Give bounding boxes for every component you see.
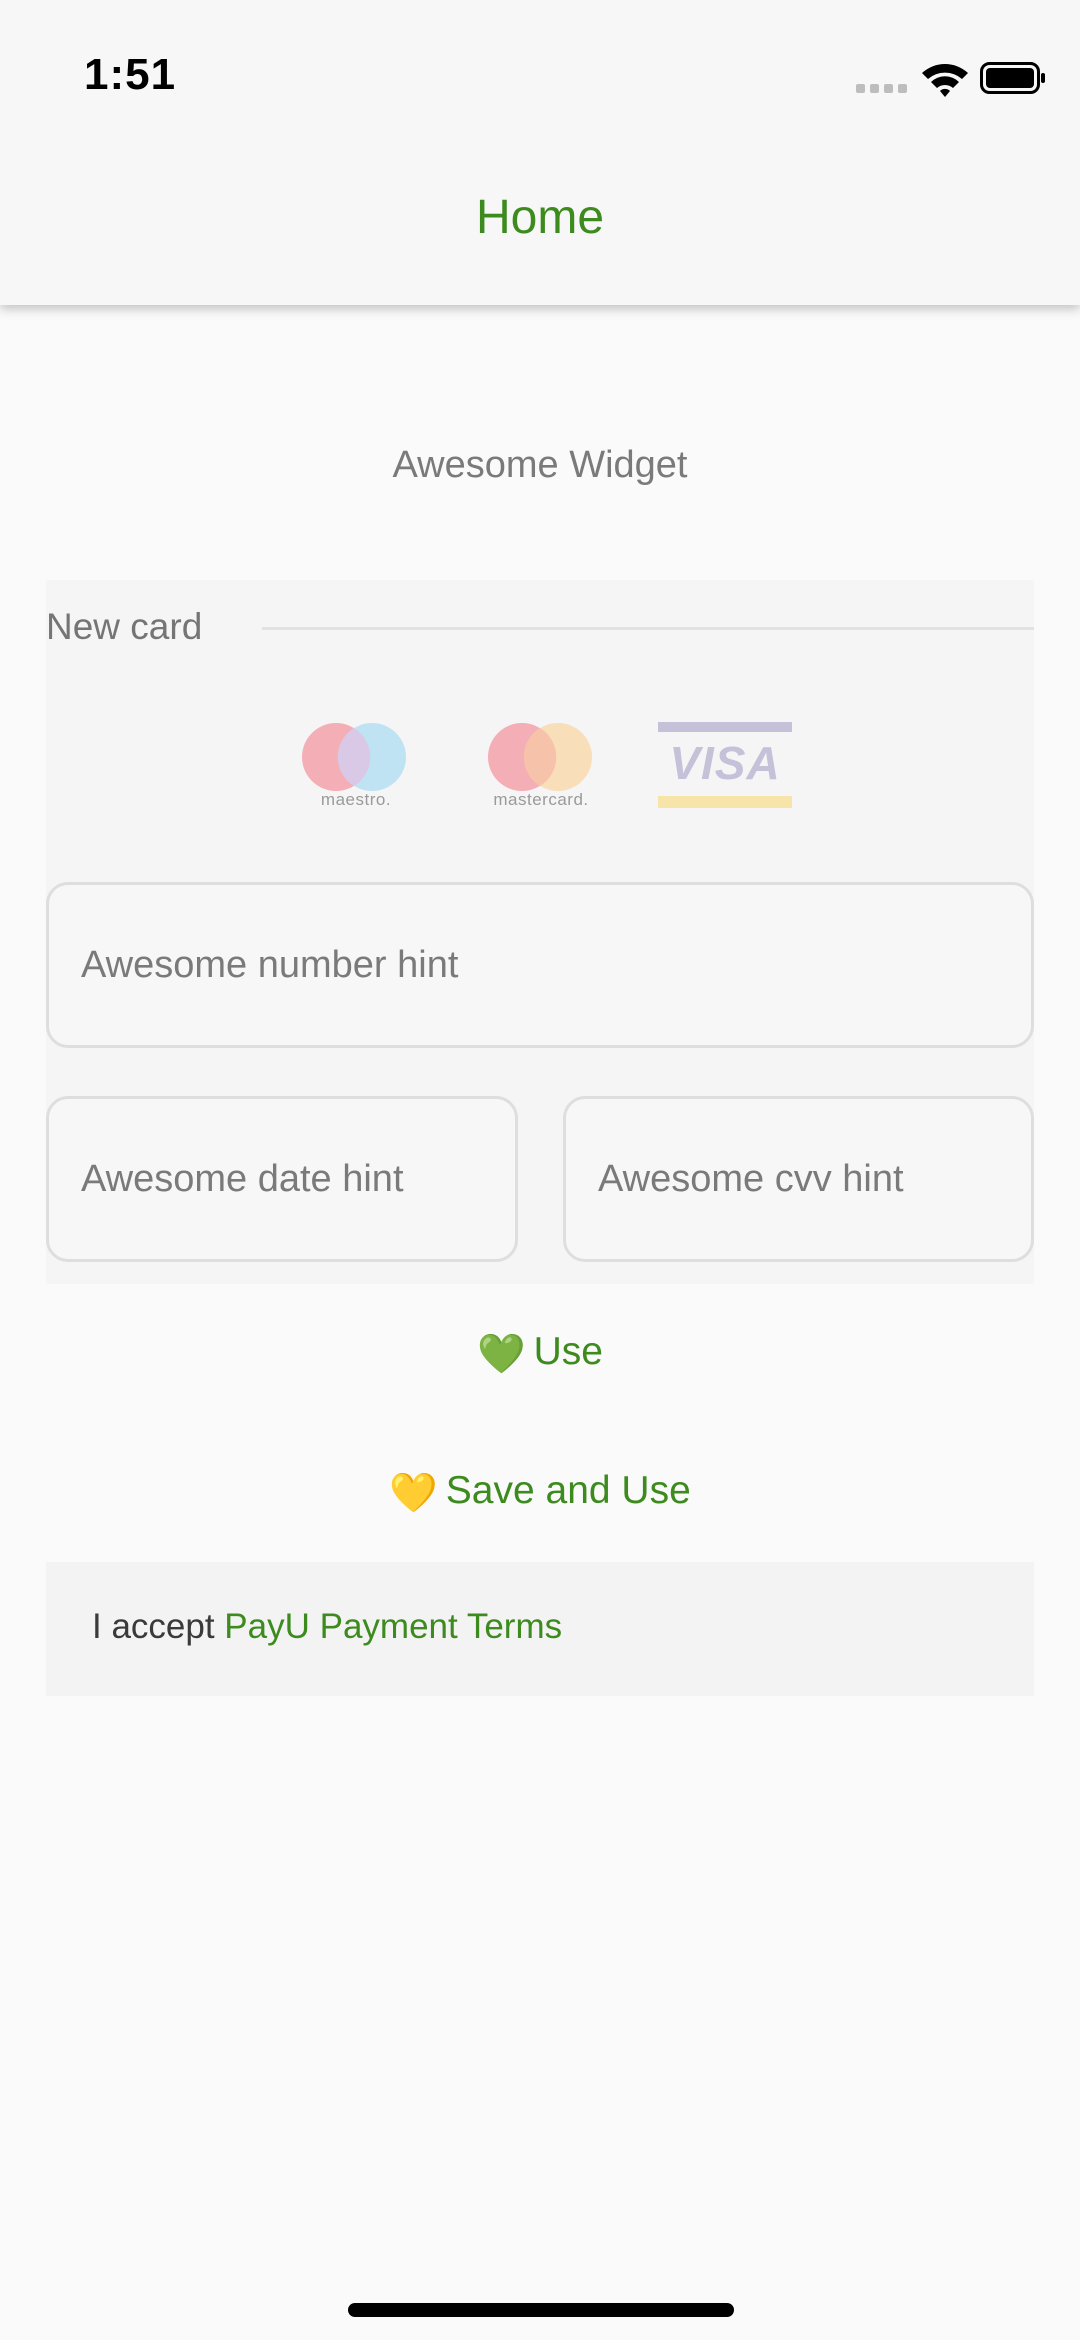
battery-icon xyxy=(980,62,1045,94)
expiry-date-input[interactable] xyxy=(81,1099,483,1259)
yellow-heart-icon: 💛 xyxy=(389,1471,438,1515)
use-button[interactable]: 💚 Use xyxy=(0,1330,1080,1377)
card-number-input[interactable] xyxy=(81,885,999,1045)
cvv-field[interactable] xyxy=(563,1096,1034,1262)
mastercard-logo-icon: mastercard. xyxy=(482,722,600,814)
maestro-logo-icon: maestro. xyxy=(298,722,414,814)
terms-prefix: I accept xyxy=(92,1607,225,1646)
card-number-field[interactable] xyxy=(46,882,1034,1048)
section-divider xyxy=(262,627,1034,630)
use-button-label: Use xyxy=(533,1330,603,1373)
wifi-icon xyxy=(922,64,968,97)
cvv-input[interactable] xyxy=(598,1099,999,1259)
visa-wordmark: VISA xyxy=(669,737,781,789)
cellular-signal-icon xyxy=(856,84,908,94)
visa-logo-icon: VISA xyxy=(658,722,792,814)
terms-text: I accept PayU Payment Terms xyxy=(92,1607,562,1647)
maestro-caption: maestro. xyxy=(320,790,392,809)
app-bar xyxy=(0,0,1080,305)
widget-title: Awesome Widget xyxy=(392,444,688,486)
green-heart-icon: 💚 xyxy=(477,1332,526,1376)
home-indicator[interactable] xyxy=(348,2303,734,2317)
save-and-use-button[interactable]: 💛 Save and Use xyxy=(0,1469,1080,1516)
mastercard-caption: mastercard. xyxy=(493,790,589,809)
new-card-label: New card xyxy=(46,606,203,647)
expiry-date-field[interactable] xyxy=(46,1096,518,1262)
app-bar-title: Home xyxy=(475,191,605,244)
save-and-use-button-label: Save and Use xyxy=(445,1469,691,1512)
payment-terms-link[interactable]: PayU Payment Terms xyxy=(224,1607,562,1646)
status-time: 1:51 xyxy=(84,50,177,99)
